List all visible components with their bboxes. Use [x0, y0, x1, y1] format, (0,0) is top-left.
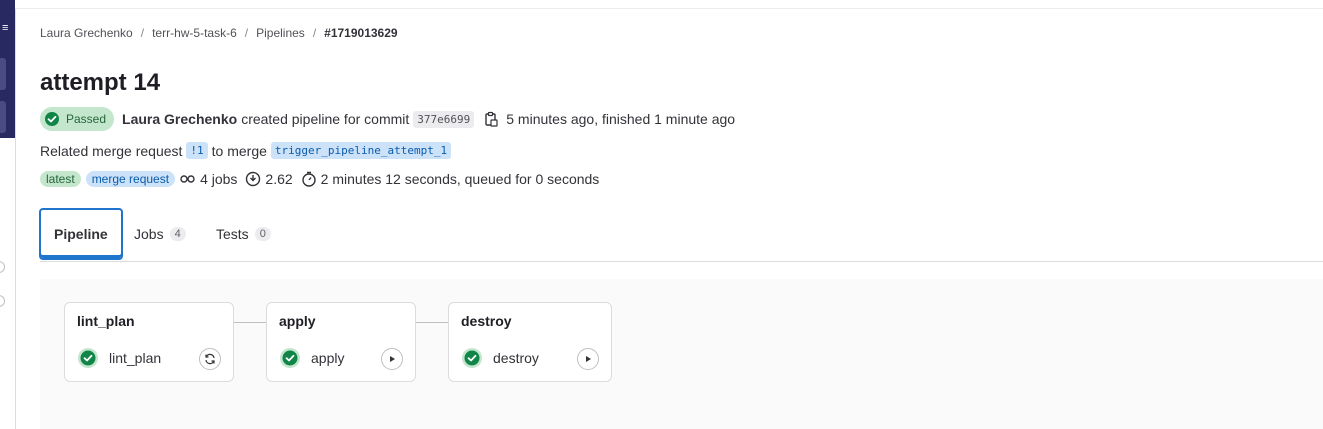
- breadcrumb-current[interactable]: #1719013629: [324, 26, 397, 40]
- author-link[interactable]: Laura Grechenko: [122, 111, 237, 127]
- play-button[interactable]: [381, 348, 403, 370]
- play-icon: [586, 356, 591, 362]
- pipeline-meta: latest merge request 4 jobs 2.62 2 minut…: [40, 171, 607, 187]
- compute-usage: 2.62: [245, 171, 293, 187]
- timing-text: 5 minutes ago, finished 1 minute ago: [506, 111, 736, 127]
- breadcrumb-separator: /: [140, 26, 145, 40]
- success-status-icon: [78, 348, 98, 368]
- sidebar-item[interactable]: [0, 101, 6, 133]
- pipeline-header-info: Passed Laura Grechenko created pipeline …: [40, 107, 735, 131]
- compute-icon: [246, 171, 261, 187]
- copy-icon[interactable]: [484, 111, 498, 127]
- success-status-icon: [280, 348, 300, 368]
- sidebar-header: ≡: [0, 0, 15, 138]
- merge-request-link[interactable]: !1: [186, 142, 208, 159]
- job-apply[interactable]: apply: [279, 347, 344, 369]
- tab-tests-label: Tests: [216, 226, 249, 242]
- latest-badge: latest: [40, 171, 81, 187]
- jobs-count-text: 4 jobs: [200, 171, 238, 187]
- related-mr-label: Related merge request: [40, 142, 183, 159]
- pipeline-graph: lint_plan lint_plan apply apply destroy …: [40, 279, 1323, 429]
- stage-connector: [233, 322, 267, 323]
- job-destroy[interactable]: destroy: [461, 347, 539, 369]
- play-icon: [390, 356, 395, 362]
- tab-pipeline-label: Pipeline: [54, 226, 108, 242]
- status-badge[interactable]: Passed: [40, 107, 115, 131]
- job-name: apply: [311, 350, 345, 366]
- to-merge-text: to merge: [211, 142, 267, 159]
- duration: 2 minutes 12 seconds, queued for 0 secon…: [301, 171, 600, 187]
- stage-destroy: destroy destroy: [448, 302, 612, 382]
- sidebar-toggle-icon[interactable]: [0, 261, 5, 273]
- tab-jobs[interactable]: Jobs 4: [121, 208, 199, 260]
- tab-tests[interactable]: Tests 0: [203, 208, 284, 260]
- top-bar: [0, 0, 1323, 9]
- commit-sha-link[interactable]: 377e6699: [413, 110, 475, 128]
- merge-request-badge: merge request: [85, 171, 176, 187]
- pipeline-tabs: Pipeline Jobs 4 Tests 0: [39, 208, 1323, 262]
- pipeline-jobs-icon: [180, 175, 195, 183]
- breadcrumb-separator: /: [244, 26, 249, 40]
- sidebar-menu-icon[interactable]: ≡: [2, 22, 8, 34]
- stage-connector: [415, 322, 450, 323]
- job-name: lint_plan: [109, 350, 162, 366]
- breadcrumb: Laura Grechenko / terr-hw-5-task-6 / Pip…: [40, 26, 398, 40]
- breadcrumb-user[interactable]: Laura Grechenko: [40, 26, 133, 40]
- sidebar-toggle-icon[interactable]: [0, 295, 5, 307]
- jobs-count: 4 jobs: [180, 171, 237, 187]
- job-name: destroy: [493, 350, 539, 366]
- related-merge-request: Related merge request !1 to merge trigge…: [40, 142, 452, 159]
- branch-link[interactable]: trigger_pipeline_attempt_1: [270, 142, 452, 159]
- breadcrumb-separator: /: [312, 26, 317, 40]
- stage-title: lint_plan: [77, 313, 135, 329]
- success-check-icon: [45, 112, 59, 126]
- compute-value: 2.62: [265, 171, 293, 187]
- created-text: created pipeline for commit: [241, 111, 410, 127]
- breadcrumb-project[interactable]: terr-hw-5-task-6: [152, 26, 237, 40]
- tab-tests-count: 0: [254, 227, 271, 241]
- stage-title: destroy: [461, 313, 512, 329]
- breadcrumb-pipelines[interactable]: Pipelines: [256, 26, 305, 40]
- duration-text: 2 minutes 12 seconds, queued for 0 secon…: [320, 171, 600, 187]
- sidebar-item[interactable]: [0, 58, 6, 90]
- success-status-icon: [462, 348, 482, 368]
- job-lint-plan[interactable]: lint_plan: [77, 347, 161, 369]
- tab-jobs-count: 4: [169, 227, 186, 241]
- stage-lint-plan: lint_plan lint_plan: [64, 302, 234, 382]
- retry-button[interactable]: [199, 348, 221, 370]
- tab-pipeline[interactable]: Pipeline: [39, 208, 123, 260]
- stage-title: apply: [279, 313, 316, 329]
- timer-icon: [301, 171, 316, 187]
- page-title: attempt 14: [40, 69, 161, 96]
- retry-icon: [205, 353, 215, 365]
- play-button[interactable]: [577, 348, 599, 370]
- status-label: Passed: [66, 112, 107, 126]
- stage-apply: apply apply: [266, 302, 416, 382]
- tab-jobs-label: Jobs: [134, 226, 164, 242]
